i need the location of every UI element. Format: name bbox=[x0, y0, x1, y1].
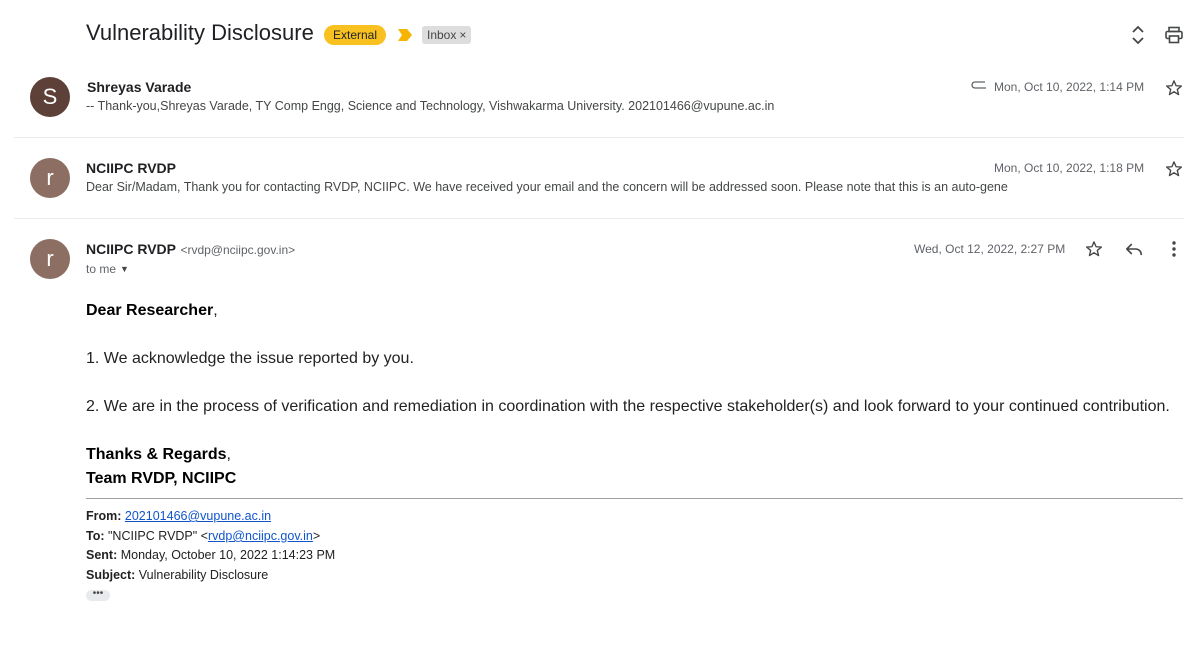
quoted-to-suffix: > bbox=[312, 529, 321, 543]
star-outline-icon[interactable] bbox=[1165, 160, 1183, 178]
message-date: Wed, Oct 12, 2022, 2:27 PM bbox=[914, 242, 1066, 256]
more-vert-icon[interactable] bbox=[1171, 240, 1177, 258]
inbox-label-text: Inbox bbox=[427, 28, 457, 42]
star-outline-icon[interactable] bbox=[1165, 79, 1183, 97]
quoted-sent: Sent: Monday, October 10, 2022 1:14:23 P… bbox=[86, 548, 335, 562]
caret-down-icon: ▼ bbox=[120, 264, 129, 274]
thanks-text: Thanks & Regards bbox=[86, 446, 227, 463]
message-divider bbox=[14, 137, 1184, 138]
sender-name[interactable]: NCIIPC RVDP bbox=[86, 241, 176, 257]
quoted-from: From: 202101466@vupune.ac.in bbox=[86, 509, 271, 523]
message-snippet: Dear Sir/Madam, Thank you for contacting… bbox=[86, 180, 1008, 194]
quoted-to-key: To: bbox=[86, 529, 105, 543]
importance-marker-icon[interactable] bbox=[398, 29, 412, 41]
message-snippet: -- Thank-you,Shreyas Varade, TY Comp Eng… bbox=[86, 99, 775, 113]
body-line-2: 2. We are in the process of verification… bbox=[86, 398, 1170, 415]
message-date: Mon, Oct 10, 2022, 1:14 PM bbox=[994, 80, 1145, 94]
star-outline-icon[interactable] bbox=[1085, 240, 1103, 258]
avatar: r bbox=[30, 158, 70, 198]
reply-icon[interactable] bbox=[1125, 241, 1143, 257]
quoted-sent-value: Monday, October 10, 2022 1:14:23 PM bbox=[117, 548, 336, 562]
body-thanks: Thanks & Regards, bbox=[86, 446, 231, 464]
quoted-to-prefix: "NCIIPC RVDP" < bbox=[104, 529, 208, 543]
inbox-label-chip: Inbox × bbox=[422, 26, 472, 44]
paperclip-icon bbox=[971, 81, 986, 89]
message-collapsed[interactable]: r NCIIPC RVDP Dear Sir/Madam, Thank you … bbox=[0, 147, 1196, 217]
external-badge: External bbox=[324, 25, 387, 45]
body-team: Team RVDP, NCIIPC bbox=[86, 470, 237, 487]
message-divider bbox=[14, 218, 1184, 219]
body-greeting: Dear Researcher, bbox=[86, 302, 218, 320]
sender-line: NCIIPC RVDP <rvdp@nciipc.gov.in> bbox=[86, 241, 295, 259]
avatar: S bbox=[30, 77, 70, 117]
remove-label-icon[interactable]: × bbox=[459, 28, 466, 42]
recipient-label: to me bbox=[86, 262, 117, 276]
avatar: r bbox=[30, 239, 70, 279]
quoted-subject-key: Subject: bbox=[86, 568, 136, 582]
quoted-subject: Subject: Vulnerability Disclosure bbox=[86, 568, 268, 582]
quoted-sent-key: Sent: bbox=[86, 548, 118, 562]
show-trimmed-content-button[interactable]: ••• bbox=[86, 589, 110, 601]
message-collapsed[interactable]: S Shreyas Varade -- Thank-you,Shreyas Va… bbox=[0, 66, 1196, 136]
sender-name: NCIIPC RVDP bbox=[86, 160, 176, 176]
thanks-punct: , bbox=[226, 446, 231, 463]
print-icon[interactable] bbox=[1165, 26, 1183, 44]
sender-email: <rvdp@nciipc.gov.in> bbox=[180, 243, 296, 257]
body-line-1: 1. We acknowledge the issue reported by … bbox=[86, 350, 414, 367]
quoted-from-link[interactable]: 202101466@vupune.ac.in bbox=[125, 509, 271, 523]
quoted-to: To: "NCIIPC RVDP" <rvdp@nciipc.gov.in> bbox=[86, 529, 320, 543]
sender-name: Shreyas Varade bbox=[87, 79, 192, 95]
quoted-to-link[interactable]: rvdp@nciipc.gov.in bbox=[208, 529, 313, 543]
quoted-subject-value: Vulnerability Disclosure bbox=[135, 568, 269, 582]
recipient-details-toggle[interactable]: to me ▼ bbox=[86, 262, 129, 276]
quoted-separator bbox=[86, 498, 1183, 499]
greeting-text: Dear Researcher bbox=[86, 302, 214, 319]
message-date: Mon, Oct 10, 2022, 1:18 PM bbox=[994, 161, 1145, 175]
thread-subject: Vulnerability Disclosure bbox=[86, 20, 314, 45]
expand-all-icon[interactable] bbox=[1130, 25, 1146, 45]
greeting-punct: , bbox=[213, 302, 218, 319]
quoted-from-key: From: bbox=[86, 509, 122, 523]
